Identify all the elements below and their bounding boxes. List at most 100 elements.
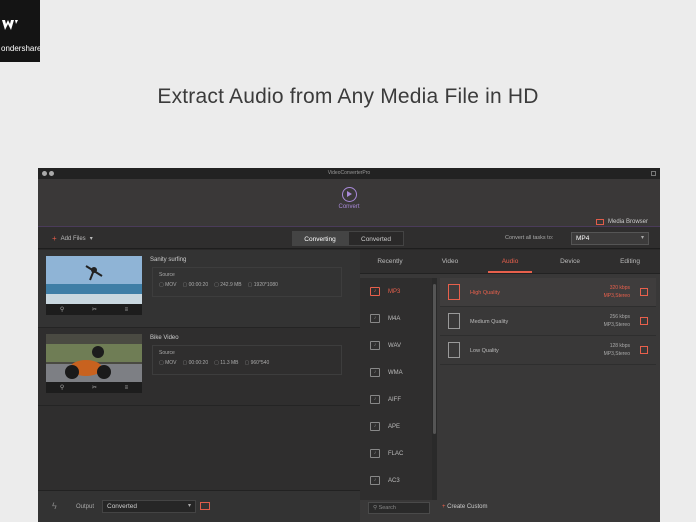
settings-icon[interactable]: ≡ [125, 385, 129, 391]
play-circle-icon [341, 187, 357, 202]
quality-item-high[interactable]: High Quality 320 kbps MP3,Stereo [440, 278, 656, 307]
audio-file-icon: ♪ [370, 287, 380, 296]
format-list-scrollbar[interactable] [432, 278, 437, 500]
file-name: Sanity surfing [150, 257, 187, 263]
format-label: WMA [388, 369, 403, 376]
tab-recently[interactable]: Recently [360, 250, 420, 273]
format-item-flac[interactable]: ♪ FLAC [360, 440, 432, 467]
resolution-value: 960*540 [244, 360, 270, 366]
duration-value: 00:00:20 [183, 360, 208, 366]
quality-item-medium[interactable]: Medium Quality 256 kbps MP3,Stereo [440, 307, 656, 336]
tab-video[interactable]: Video [420, 250, 480, 273]
media-browser-icon [595, 219, 604, 225]
format-item-m4a[interactable]: ♪ M4A [360, 305, 432, 332]
crop-icon[interactable]: ✂ [92, 384, 97, 391]
source-meta: MOV 00:00:20 11.3 MB 960*540 [159, 360, 269, 366]
tab-converted[interactable]: Converted [348, 231, 404, 246]
source-info: Source MOV 00:00:20 242.9 MB 1920*1080 [152, 267, 342, 297]
add-files-button[interactable]: + Add Files ▾ [52, 234, 93, 243]
settings-icon[interactable]: ≡ [125, 307, 129, 313]
audio-file-icon: ♪ [370, 368, 380, 377]
file-list: ⚲ ✂ ≡ Sanity surfing Source MOV 00:00:20… [38, 250, 360, 490]
audio-file-icon [448, 342, 460, 358]
format-item-mp3[interactable]: ♪ MP3 [360, 278, 432, 305]
video-thumbnail [46, 256, 142, 304]
format-value: MOV [159, 360, 176, 366]
source-meta: MOV 00:00:20 242.9 MB 1920*1080 [159, 282, 278, 288]
chevron-down-icon: ▾ [89, 236, 93, 242]
format-panel: Recently Video Audio Device Editing ♪ MP3… [360, 250, 660, 522]
resolution-value: 1920*1080 [248, 282, 278, 288]
bitrate: 320 kbps [609, 285, 630, 291]
format-item-ac3[interactable]: ♪ AC3 [360, 467, 432, 494]
format-label: WAV [388, 342, 401, 349]
scrollbar-thumb[interactable] [433, 284, 436, 434]
fullscreen-button[interactable] [651, 171, 656, 176]
media-browser-button[interactable]: Media Browser [595, 219, 648, 225]
convert-all-format-select[interactable]: MP4 ▾ [571, 232, 649, 245]
chevron-down-icon: ▾ [187, 503, 191, 509]
format-select-value: MP4 [576, 235, 590, 242]
quality-list: High Quality 320 kbps MP3,Stereo Medium Q… [440, 278, 656, 365]
video-thumbnail [46, 334, 142, 382]
brand-name: ondershare [1, 44, 40, 53]
file-item[interactable]: ⚲ ✂ ≡ Sanity surfing Source MOV 00:00:20… [38, 250, 360, 328]
output-folder-select[interactable]: Converted ▾ [102, 500, 196, 513]
user-icon[interactable]: ⚲ [60, 384, 64, 391]
top-bar: Convert Media Browser [38, 179, 660, 227]
crop-icon[interactable]: ✂ [92, 306, 97, 313]
output-label: Output [76, 504, 95, 510]
file-name: Bike Video [150, 335, 179, 341]
codec: MP3,Stereo [603, 351, 630, 357]
format-label: FLAC [388, 450, 404, 457]
chevron-down-icon: ▾ [640, 235, 644, 241]
format-label: APE [388, 423, 401, 430]
toolbar: + Add Files ▾ Converting Converted Conve… [38, 227, 660, 249]
tab-editing[interactable]: Editing [600, 250, 660, 273]
thumbnail-controls: ⚲ ✂ ≡ [46, 304, 142, 315]
lightning-icon[interactable]: ϟ [52, 501, 57, 511]
quality-info: 128 kbps MP3,Stereo [604, 342, 630, 358]
format-item-aiff[interactable]: ♪ AIFF [360, 386, 432, 413]
edit-icon[interactable] [640, 346, 648, 354]
size-value: 242.9 MB [214, 282, 241, 288]
media-browser-label: Media Browser [607, 219, 648, 225]
quality-item-low[interactable]: Low Quality 128 kbps MP3,Stereo [440, 336, 656, 365]
quality-name: High Quality [470, 290, 500, 296]
format-value: MOV [159, 282, 176, 288]
tab-audio[interactable]: Audio [480, 250, 540, 273]
window-title: VideoConverterPro [327, 170, 371, 176]
quality-info: 320 kbps MP3,Stereo [604, 284, 630, 300]
page-headline: Extract Audio from Any Media File in HD [157, 85, 539, 108]
folder-icon[interactable] [200, 502, 210, 510]
convert-nav-button[interactable]: Convert [331, 187, 367, 210]
tab-device[interactable]: Device [540, 250, 600, 273]
source-label: Source [159, 350, 175, 356]
format-label: M4A [388, 315, 401, 322]
bitrate: 256 kbps [609, 314, 630, 320]
quality-info: 256 kbps MP3,Stereo [604, 313, 630, 329]
format-search-input[interactable]: ⚲ Search [368, 502, 430, 514]
edit-icon[interactable] [640, 288, 648, 296]
quality-name: Low Quality [470, 348, 499, 354]
create-custom-button[interactable]: + Create Custom [442, 504, 488, 510]
edit-icon[interactable] [640, 317, 648, 325]
tab-converting[interactable]: Converting [292, 231, 348, 246]
audio-file-icon: ♪ [370, 314, 380, 323]
wondershare-logo-icon [2, 20, 18, 30]
format-item-wma[interactable]: ♪ WMA [360, 359, 432, 386]
codec: MP3,Stereo [603, 322, 630, 328]
file-item[interactable]: ⚲ ✂ ≡ Bike Video Source MOV 00:00:20 11.… [38, 328, 360, 406]
add-files-label: Add Files [60, 235, 86, 242]
user-icon[interactable]: ⚲ [60, 306, 64, 313]
title-bar: VideoConverterPro [38, 168, 660, 179]
bitrate: 128 kbps [609, 343, 630, 349]
format-item-ape[interactable]: ♪ APE [360, 413, 432, 440]
audio-format-list: ♪ MP3 ♪ M4A ♪ WAV ♪ WMA ♪ AIFF ♪ APE ♪ FLAC ♪ AC… [360, 278, 432, 500]
create-custom-label: Create Custom [447, 504, 488, 510]
codec: MP3,Stereo [603, 293, 630, 299]
format-item-wav[interactable]: ♪ WAV [360, 332, 432, 359]
output-value: Converted [107, 503, 137, 510]
plus-icon: + [52, 234, 57, 243]
source-info: Source MOV 00:00:20 11.3 MB 960*540 [152, 345, 342, 375]
